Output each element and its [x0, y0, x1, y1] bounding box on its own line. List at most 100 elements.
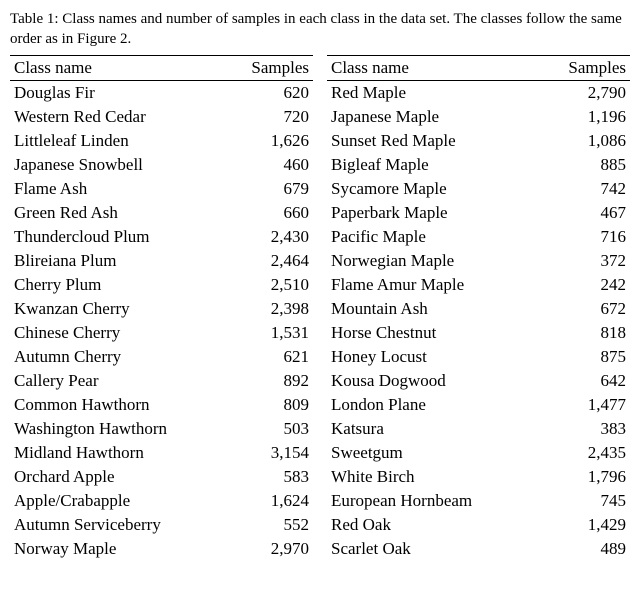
cell-class-name: Kwanzan Cherry	[10, 297, 225, 321]
cell-samples: 818	[537, 321, 630, 345]
cell-samples: 885	[537, 153, 630, 177]
cell-samples: 383	[537, 417, 630, 441]
table-row: Orchard Apple583	[10, 465, 313, 489]
cell-class-name: Bigleaf Maple	[327, 153, 537, 177]
table-row: Cherry Plum2,510	[10, 273, 313, 297]
header-samples: Samples	[225, 56, 313, 81]
cell-class-name: Douglas Fir	[10, 81, 225, 106]
cell-samples: 1,796	[537, 465, 630, 489]
table-row: Green Red Ash660	[10, 201, 313, 225]
table-row: Norwegian Maple372	[327, 249, 630, 273]
table-row: Littleleaf Linden1,626	[10, 129, 313, 153]
left-table: Class name Samples Douglas Fir620Western…	[10, 55, 313, 561]
table-row: Red Maple2,790	[327, 81, 630, 106]
table-row: Pacific Maple716	[327, 225, 630, 249]
left-column: Class name Samples Douglas Fir620Western…	[10, 55, 313, 561]
cell-samples: 1,477	[537, 393, 630, 417]
cell-class-name: Chinese Cherry	[10, 321, 225, 345]
cell-class-name: Norwegian Maple	[327, 249, 537, 273]
cell-class-name: Japanese Snowbell	[10, 153, 225, 177]
cell-samples: 875	[537, 345, 630, 369]
table-row: Flame Ash679	[10, 177, 313, 201]
header-class-name: Class name	[327, 56, 537, 81]
cell-samples: 372	[537, 249, 630, 273]
table-row: Blireiana Plum2,464	[10, 249, 313, 273]
table-row: Callery Pear892	[10, 369, 313, 393]
cell-class-name: Norway Maple	[10, 537, 225, 561]
cell-samples: 716	[537, 225, 630, 249]
cell-samples: 621	[225, 345, 313, 369]
cell-samples: 742	[537, 177, 630, 201]
table-row: Thundercloud Plum2,430	[10, 225, 313, 249]
cell-class-name: Pacific Maple	[327, 225, 537, 249]
cell-class-name: Sunset Red Maple	[327, 129, 537, 153]
cell-samples: 1,626	[225, 129, 313, 153]
cell-class-name: Red Maple	[327, 81, 537, 106]
table-row: Mountain Ash672	[327, 297, 630, 321]
cell-class-name: Flame Amur Maple	[327, 273, 537, 297]
cell-class-name: Washington Hawthorn	[10, 417, 225, 441]
cell-samples: 1,531	[225, 321, 313, 345]
cell-class-name: Kousa Dogwood	[327, 369, 537, 393]
cell-samples: 467	[537, 201, 630, 225]
table-caption: Table 1: Class names and number of sampl…	[10, 10, 630, 49]
cell-samples: 489	[537, 537, 630, 561]
cell-class-name: European Hornbeam	[327, 489, 537, 513]
table-row: Kousa Dogwood642	[327, 369, 630, 393]
right-table: Class name Samples Red Maple2,790Japanes…	[327, 55, 630, 561]
cell-class-name: Flame Ash	[10, 177, 225, 201]
cell-class-name: White Birch	[327, 465, 537, 489]
table-row: Kwanzan Cherry2,398	[10, 297, 313, 321]
cell-class-name: Sweetgum	[327, 441, 537, 465]
cell-class-name: Horse Chestnut	[327, 321, 537, 345]
table-header-row: Class name Samples	[327, 56, 630, 81]
cell-samples: 1,196	[537, 105, 630, 129]
table-row: Sycamore Maple742	[327, 177, 630, 201]
cell-samples: 672	[537, 297, 630, 321]
cell-samples: 2,790	[537, 81, 630, 106]
cell-class-name: Paperbark Maple	[327, 201, 537, 225]
cell-class-name: Japanese Maple	[327, 105, 537, 129]
cell-class-name: Blireiana Plum	[10, 249, 225, 273]
cell-class-name: Autumn Serviceberry	[10, 513, 225, 537]
table-row: Japanese Snowbell460	[10, 153, 313, 177]
table-row: European Hornbeam745	[327, 489, 630, 513]
cell-samples: 745	[537, 489, 630, 513]
cell-samples: 2,398	[225, 297, 313, 321]
table-row: Apple/Crabapple1,624	[10, 489, 313, 513]
cell-samples: 642	[537, 369, 630, 393]
cell-samples: 242	[537, 273, 630, 297]
cell-class-name: Autumn Cherry	[10, 345, 225, 369]
cell-samples: 2,970	[225, 537, 313, 561]
cell-class-name: Midland Hawthorn	[10, 441, 225, 465]
cell-samples: 660	[225, 201, 313, 225]
cell-class-name: Red Oak	[327, 513, 537, 537]
table-row: Sunset Red Maple1,086	[327, 129, 630, 153]
cell-samples: 2,510	[225, 273, 313, 297]
cell-samples: 1,086	[537, 129, 630, 153]
cell-samples: 679	[225, 177, 313, 201]
cell-samples: 2,464	[225, 249, 313, 273]
cell-samples: 620	[225, 81, 313, 106]
cell-class-name: Littleleaf Linden	[10, 129, 225, 153]
cell-samples: 1,429	[537, 513, 630, 537]
right-column: Class name Samples Red Maple2,790Japanes…	[327, 55, 630, 561]
table-row: Scarlet Oak489	[327, 537, 630, 561]
table-row: Autumn Cherry621	[10, 345, 313, 369]
table-row: Sweetgum2,435	[327, 441, 630, 465]
header-class-name: Class name	[10, 56, 225, 81]
cell-class-name: Common Hawthorn	[10, 393, 225, 417]
table-row: Honey Locust875	[327, 345, 630, 369]
table-row: Common Hawthorn809	[10, 393, 313, 417]
cell-samples: 583	[225, 465, 313, 489]
table-header-row: Class name Samples	[10, 56, 313, 81]
cell-class-name: Orchard Apple	[10, 465, 225, 489]
cell-samples: 460	[225, 153, 313, 177]
cell-samples: 503	[225, 417, 313, 441]
table-row: Horse Chestnut818	[327, 321, 630, 345]
cell-class-name: Honey Locust	[327, 345, 537, 369]
cell-class-name: London Plane	[327, 393, 537, 417]
table-row: Midland Hawthorn3,154	[10, 441, 313, 465]
cell-samples: 2,435	[537, 441, 630, 465]
cell-class-name: Western Red Cedar	[10, 105, 225, 129]
